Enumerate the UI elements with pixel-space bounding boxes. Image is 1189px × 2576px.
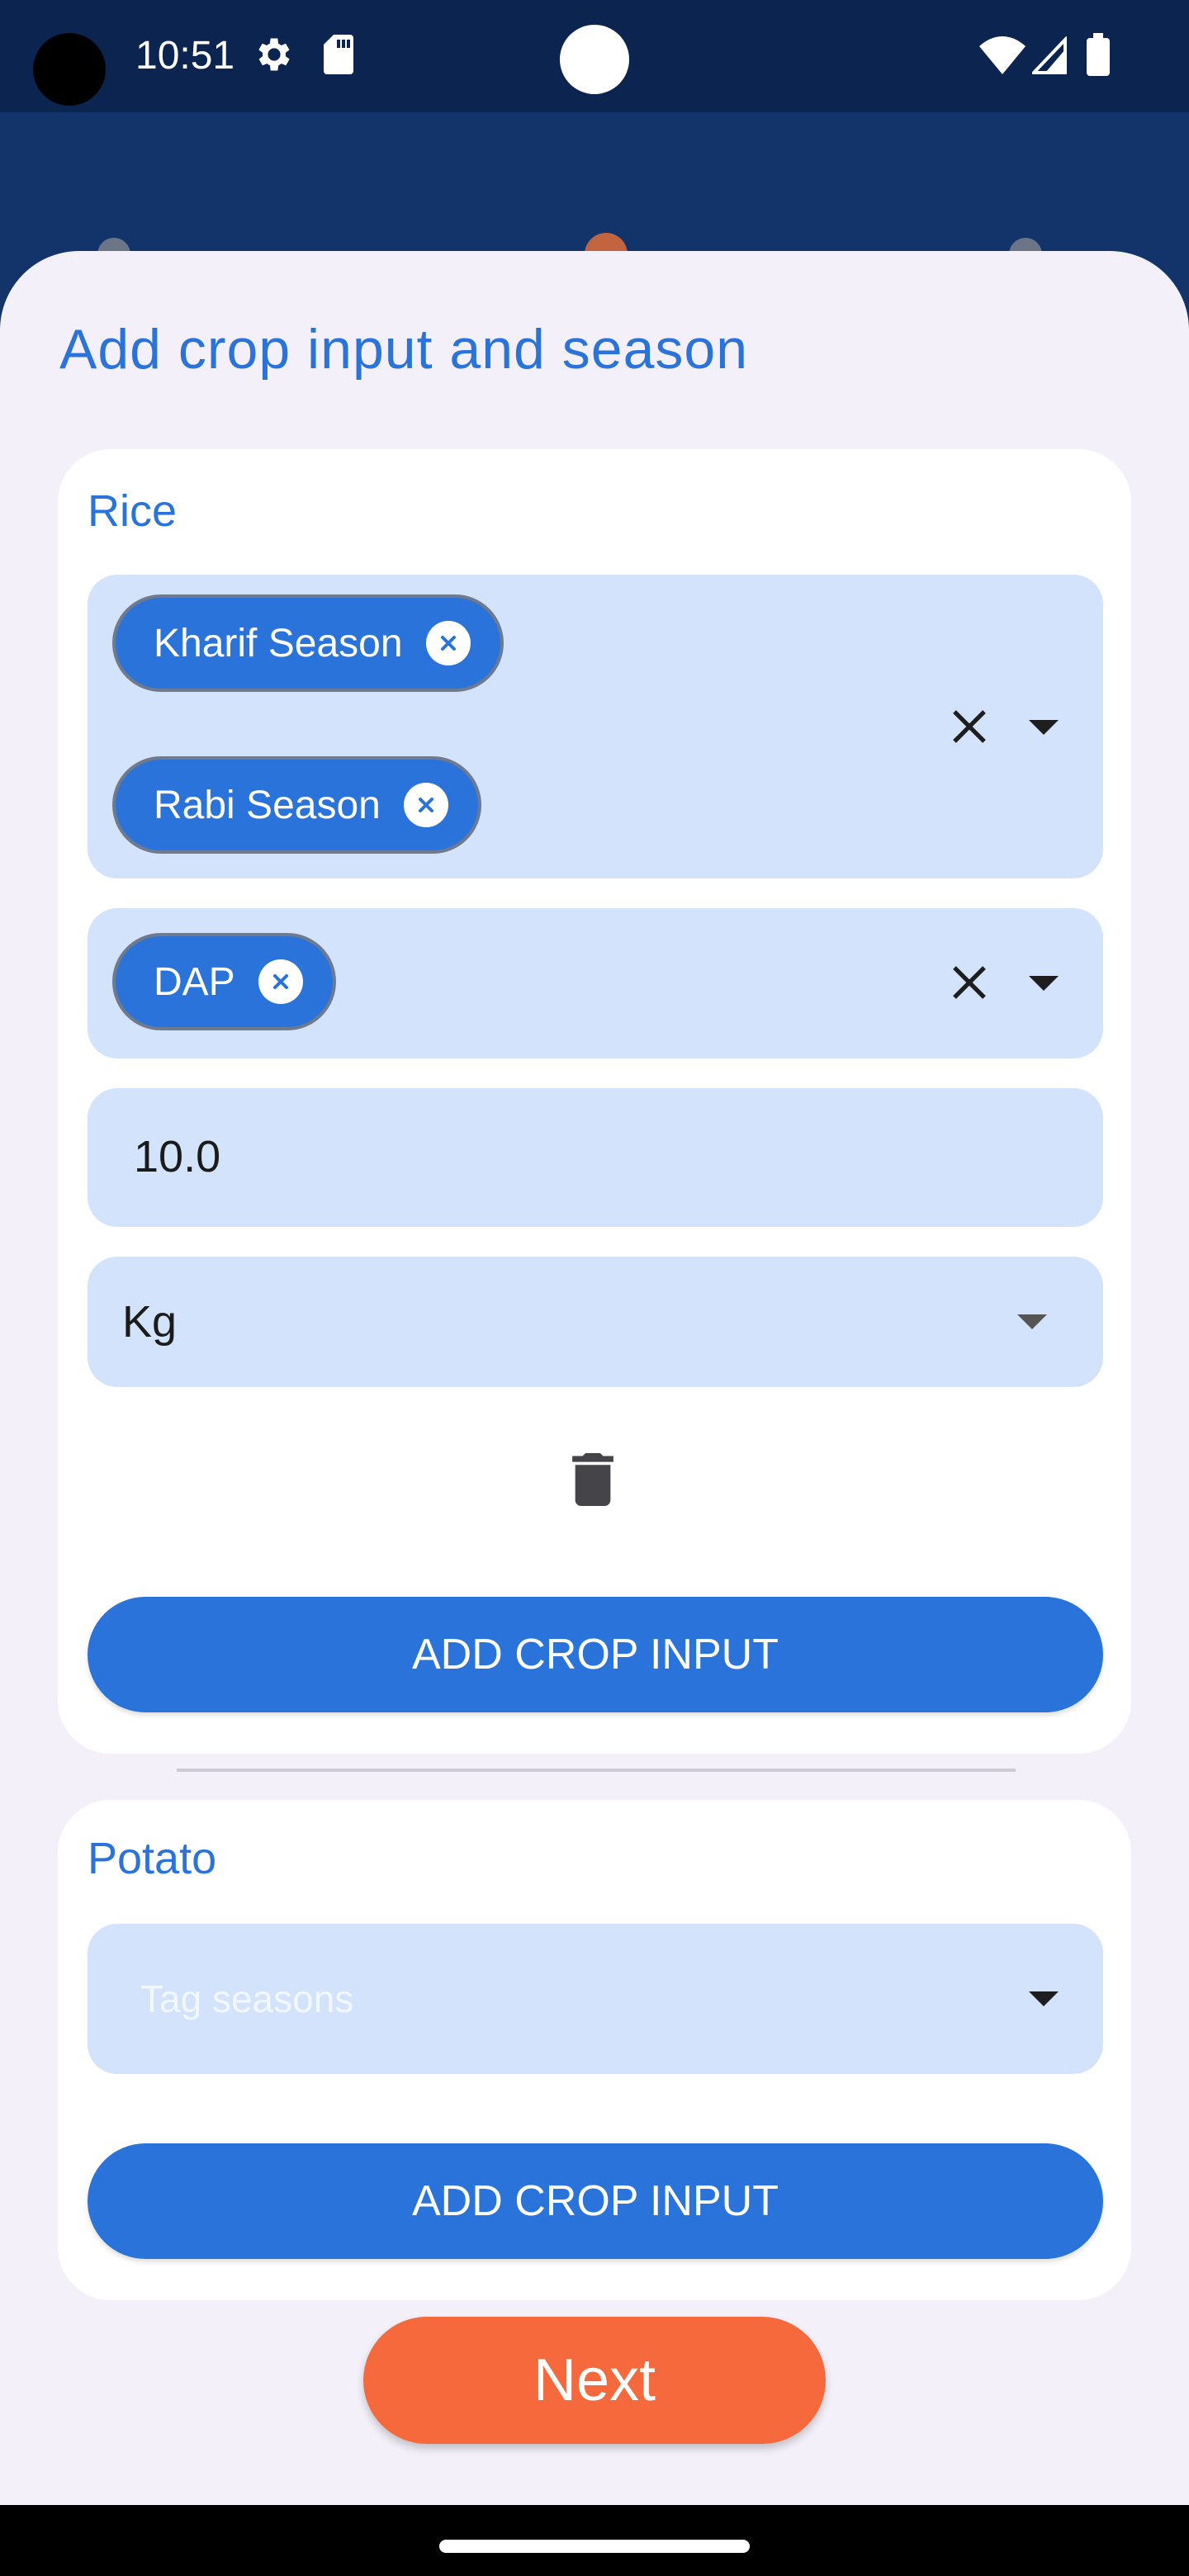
remove-chip-icon[interactable] (403, 783, 448, 827)
status-time: 10:51 (135, 34, 235, 78)
unit-value: Kg (122, 1297, 178, 1347)
dropdown-arrow-icon[interactable] (1029, 720, 1059, 735)
clear-icon[interactable] (950, 963, 989, 1002)
season-chip: Kharif Season (112, 594, 504, 692)
crop-input-select[interactable]: DAP (88, 908, 1103, 1058)
sheet-title: Add crop input and season (59, 318, 749, 381)
quantity-field[interactable]: 10.0 (88, 1088, 1103, 1227)
clear-icon[interactable] (950, 707, 989, 746)
wifi-icon (979, 36, 1026, 74)
signal-icon (1032, 36, 1067, 74)
home-gesture-handle[interactable] (439, 2540, 750, 2553)
season-chip: Rabi Season (112, 756, 481, 854)
battery-icon (1087, 33, 1110, 76)
crop-name: Rice (88, 486, 178, 536)
chip-label: Rabi Season (154, 783, 381, 827)
quantity-value: 10.0 (134, 1132, 221, 1181)
camera-cutout (33, 33, 106, 106)
unit-select[interactable]: Kg (88, 1257, 1103, 1387)
remove-chip-icon[interactable] (258, 959, 303, 1004)
divider (177, 1769, 1016, 1772)
delete-icon[interactable] (571, 1453, 614, 1506)
chip-label: DAP (154, 959, 235, 1004)
crop-card-potato: Potato Tag seasons ADD CROP INPUT (58, 1800, 1131, 2300)
season-placeholder: Tag seasons (140, 1977, 354, 2020)
sd-card-icon (324, 35, 353, 74)
dropdown-arrow-icon[interactable] (1029, 976, 1059, 991)
settings-gear-icon (258, 38, 290, 71)
close-icon (418, 798, 433, 812)
remove-chip-icon[interactable] (425, 621, 471, 665)
chip-label: Kharif Season (154, 621, 403, 665)
app-screen: 10:51 Add crop input and season Rice Kha… (0, 0, 1189, 2576)
navigation-bar (0, 2505, 1189, 2576)
crop-name: Potato (88, 1834, 217, 1883)
season-multiselect[interactable]: Kharif Season Rabi Season (88, 575, 1103, 878)
add-crop-input-button[interactable]: ADD CROP INPUT (88, 2143, 1103, 2259)
next-button[interactable]: Next (363, 2317, 826, 2444)
dropdown-arrow-icon (1017, 1314, 1047, 1329)
close-icon (272, 974, 288, 989)
bottom-sheet: Add crop input and season Rice Kharif Se… (0, 251, 1189, 2505)
crop-card-rice: Rice Kharif Season Rabi Season DAP 10.0 … (58, 449, 1131, 1754)
close-icon (440, 636, 456, 651)
add-crop-input-button[interactable]: ADD CROP INPUT (88, 1597, 1103, 1712)
season-multiselect[interactable]: Tag seasons (88, 1924, 1103, 2074)
front-camera (560, 25, 629, 94)
dropdown-arrow-icon[interactable] (1029, 1991, 1059, 2006)
status-bar: 10:51 (0, 0, 1189, 112)
input-chip: DAP (112, 933, 336, 1030)
